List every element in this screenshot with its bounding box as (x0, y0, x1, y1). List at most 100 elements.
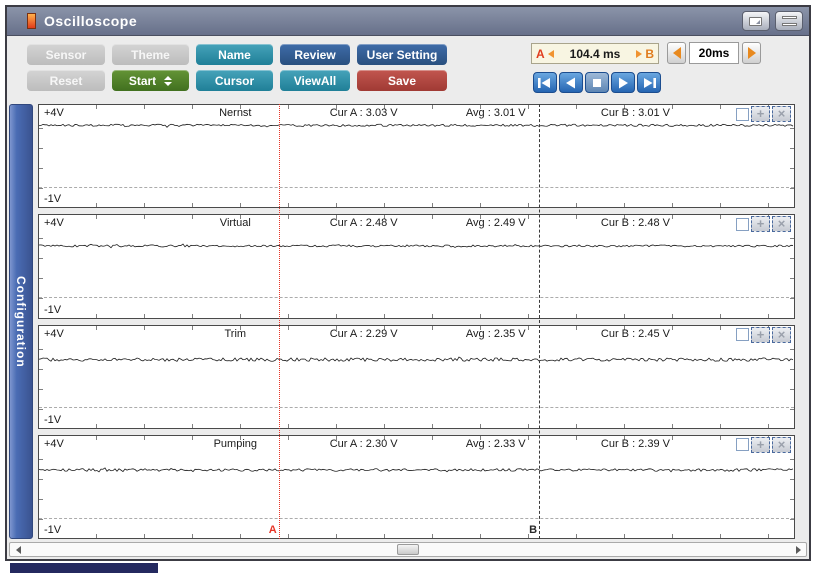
tick-marks-right (790, 109, 794, 204)
start-button[interactable]: Start (112, 70, 189, 91)
play-button[interactable] (611, 72, 635, 93)
cursor-b-line[interactable] (539, 104, 541, 539)
zero-volt-gridline (39, 407, 794, 409)
channel-select-checkbox[interactable] (736, 217, 749, 231)
review-button[interactable]: Review (280, 44, 350, 65)
tick-marks-left (39, 329, 43, 424)
channel-close-button[interactable]: × (772, 436, 791, 453)
channel-panel-pumping: +4V Pumping Cur A : 2.30 V Avg : 2.33 V … (38, 434, 795, 539)
stop-icon (593, 78, 601, 87)
channel-plus-button[interactable]: + (751, 106, 770, 122)
shade-window-icon (782, 16, 797, 19)
channel-panel-trim: +4V Trim Cur A : 2.29 V Avg : 2.35 V Cur… (38, 324, 795, 429)
cursor-a-left-arrow-icon[interactable] (547, 49, 554, 58)
step-back-button[interactable] (559, 72, 583, 93)
restore-window-icon (749, 17, 762, 26)
channel-plus-button[interactable]: + (751, 436, 770, 453)
panel-controls: + × (736, 106, 791, 122)
average-value: Avg : 2.33 V (465, 437, 526, 450)
panel-header: +4V Virtual Cur A : 2.48 V Avg : 2.49 V … (39, 216, 794, 233)
average-value: Avg : 2.49 V (465, 217, 526, 230)
timebase-decrease-button[interactable] (667, 42, 686, 64)
scale-bottom-label: -1V (44, 193, 62, 206)
right-arrow-icon (747, 47, 756, 59)
name-button[interactable]: Name (196, 44, 273, 65)
scale-bottom-label: -1V (44, 413, 62, 426)
channel-close-button[interactable]: × (772, 216, 791, 233)
theme-button[interactable]: Theme (112, 44, 189, 65)
channel-plus-button[interactable]: + (751, 326, 770, 343)
cursor-a-line[interactable] (278, 104, 280, 539)
tick-marks-right (790, 329, 794, 424)
stop-button[interactable] (585, 72, 609, 93)
cursor-b-value: Cur B : 3.01 V (600, 107, 670, 119)
sensor-button[interactable]: Sensor (27, 44, 105, 65)
channel-select-checkbox[interactable] (736, 328, 749, 341)
channel-panels: +4V Nernst Cur A : 3.03 V Avg : 3.01 V C… (38, 104, 795, 539)
tick-marks-bottom (49, 534, 794, 538)
cursor-b-value: Cur B : 2.48 V (600, 217, 670, 230)
cursor-b-label: B (529, 524, 538, 536)
user-setting-button[interactable]: User Setting (357, 44, 447, 65)
tick-marks-bottom (49, 423, 794, 428)
left-arrow-icon (15, 545, 21, 554)
zero-volt-gridline (39, 297, 794, 299)
tick-marks-left (39, 439, 43, 534)
channel-plus-button[interactable]: + (751, 216, 770, 233)
cursor-a-value: Cur A : 2.48 V (329, 217, 398, 230)
channel-close-button[interactable]: × (772, 326, 791, 343)
channel-close-button[interactable]: × (772, 106, 791, 122)
panel-header: +4V Nernst Cur A : 3.03 V Avg : 3.01 V C… (39, 106, 794, 122)
shade-window-button[interactable] (775, 11, 803, 31)
save-button[interactable]: Save (357, 70, 447, 91)
zero-volt-gridline (39, 186, 794, 188)
title-bar: Oscilloscope (7, 7, 809, 36)
step-back-icon (566, 77, 575, 88)
cursor-delta-readout: A 104.4 ms B (531, 43, 659, 64)
channel-panel-virtual: +4V Virtual Cur A : 2.48 V Avg : 2.49 V … (38, 214, 795, 319)
cursor-b-right-arrow-icon[interactable] (636, 49, 643, 58)
skip-start-button[interactable] (533, 72, 557, 93)
timebase-increase-button[interactable] (742, 42, 761, 64)
channel-panel-nernst: +4V Nernst Cur A : 3.03 V Avg : 3.01 V C… (38, 104, 795, 209)
scroll-right-button[interactable] (792, 544, 804, 555)
toolbar: Sensor Theme Name Review User Setting Re… (7, 36, 809, 102)
tick-marks-left (39, 109, 43, 204)
scrollbar-thumb[interactable] (397, 544, 419, 555)
restore-window-button[interactable] (742, 11, 770, 31)
configuration-tab-label: Configuration (14, 275, 28, 368)
configuration-tab[interactable]: Configuration (9, 104, 33, 539)
scale-top-label: +4V (44, 107, 64, 119)
tick-marks-right (790, 219, 794, 314)
oscilloscope-screen: Oscilloscope Sensor Theme Name Review Us… (0, 0, 816, 574)
main-area: Configuration +4V Nernst Cur A : 3.03 V … (7, 102, 809, 541)
skip-end-button[interactable] (637, 72, 661, 93)
channel-select-checkbox[interactable] (736, 438, 749, 452)
cursor-button[interactable]: Cursor (196, 70, 273, 91)
background-window-fragment (10, 563, 158, 573)
cursor-b-value: Cur B : 2.45 V (600, 327, 670, 340)
toolbar-buttons: Sensor Theme Name Review User Setting Re… (27, 44, 447, 96)
play-icon (619, 77, 628, 88)
app-icon (27, 13, 36, 29)
panel-header: +4V Pumping Cur A : 2.30 V Avg : 2.33 V … (39, 436, 794, 453)
cursor-a-value: Cur A : 2.29 V (329, 327, 398, 340)
cursor-b-value: Cur B : 2.39 V (600, 437, 670, 450)
horizontal-scrollbar[interactable] (9, 542, 807, 557)
panel-header: +4V Trim Cur A : 2.29 V Avg : 2.35 V Cur… (39, 326, 794, 343)
scroll-left-button[interactable] (12, 544, 24, 555)
scale-top-label: +4V (44, 217, 64, 230)
channel-name: Trim (224, 327, 247, 340)
tick-marks-left (39, 219, 43, 314)
panel-controls: + × (736, 326, 791, 343)
scale-top-label: +4V (44, 437, 64, 450)
channel-name: Virtual (219, 217, 251, 230)
scale-bottom-label: -1V (44, 524, 62, 536)
cursor-a-label: A (268, 524, 277, 536)
viewall-button[interactable]: ViewAll (280, 70, 350, 91)
reset-button[interactable]: Reset (27, 70, 105, 91)
timebase-selector: 20ms (667, 42, 761, 64)
zero-volt-gridline (39, 517, 794, 519)
skip-end-icon (644, 77, 656, 88)
channel-select-checkbox[interactable] (736, 107, 749, 121)
